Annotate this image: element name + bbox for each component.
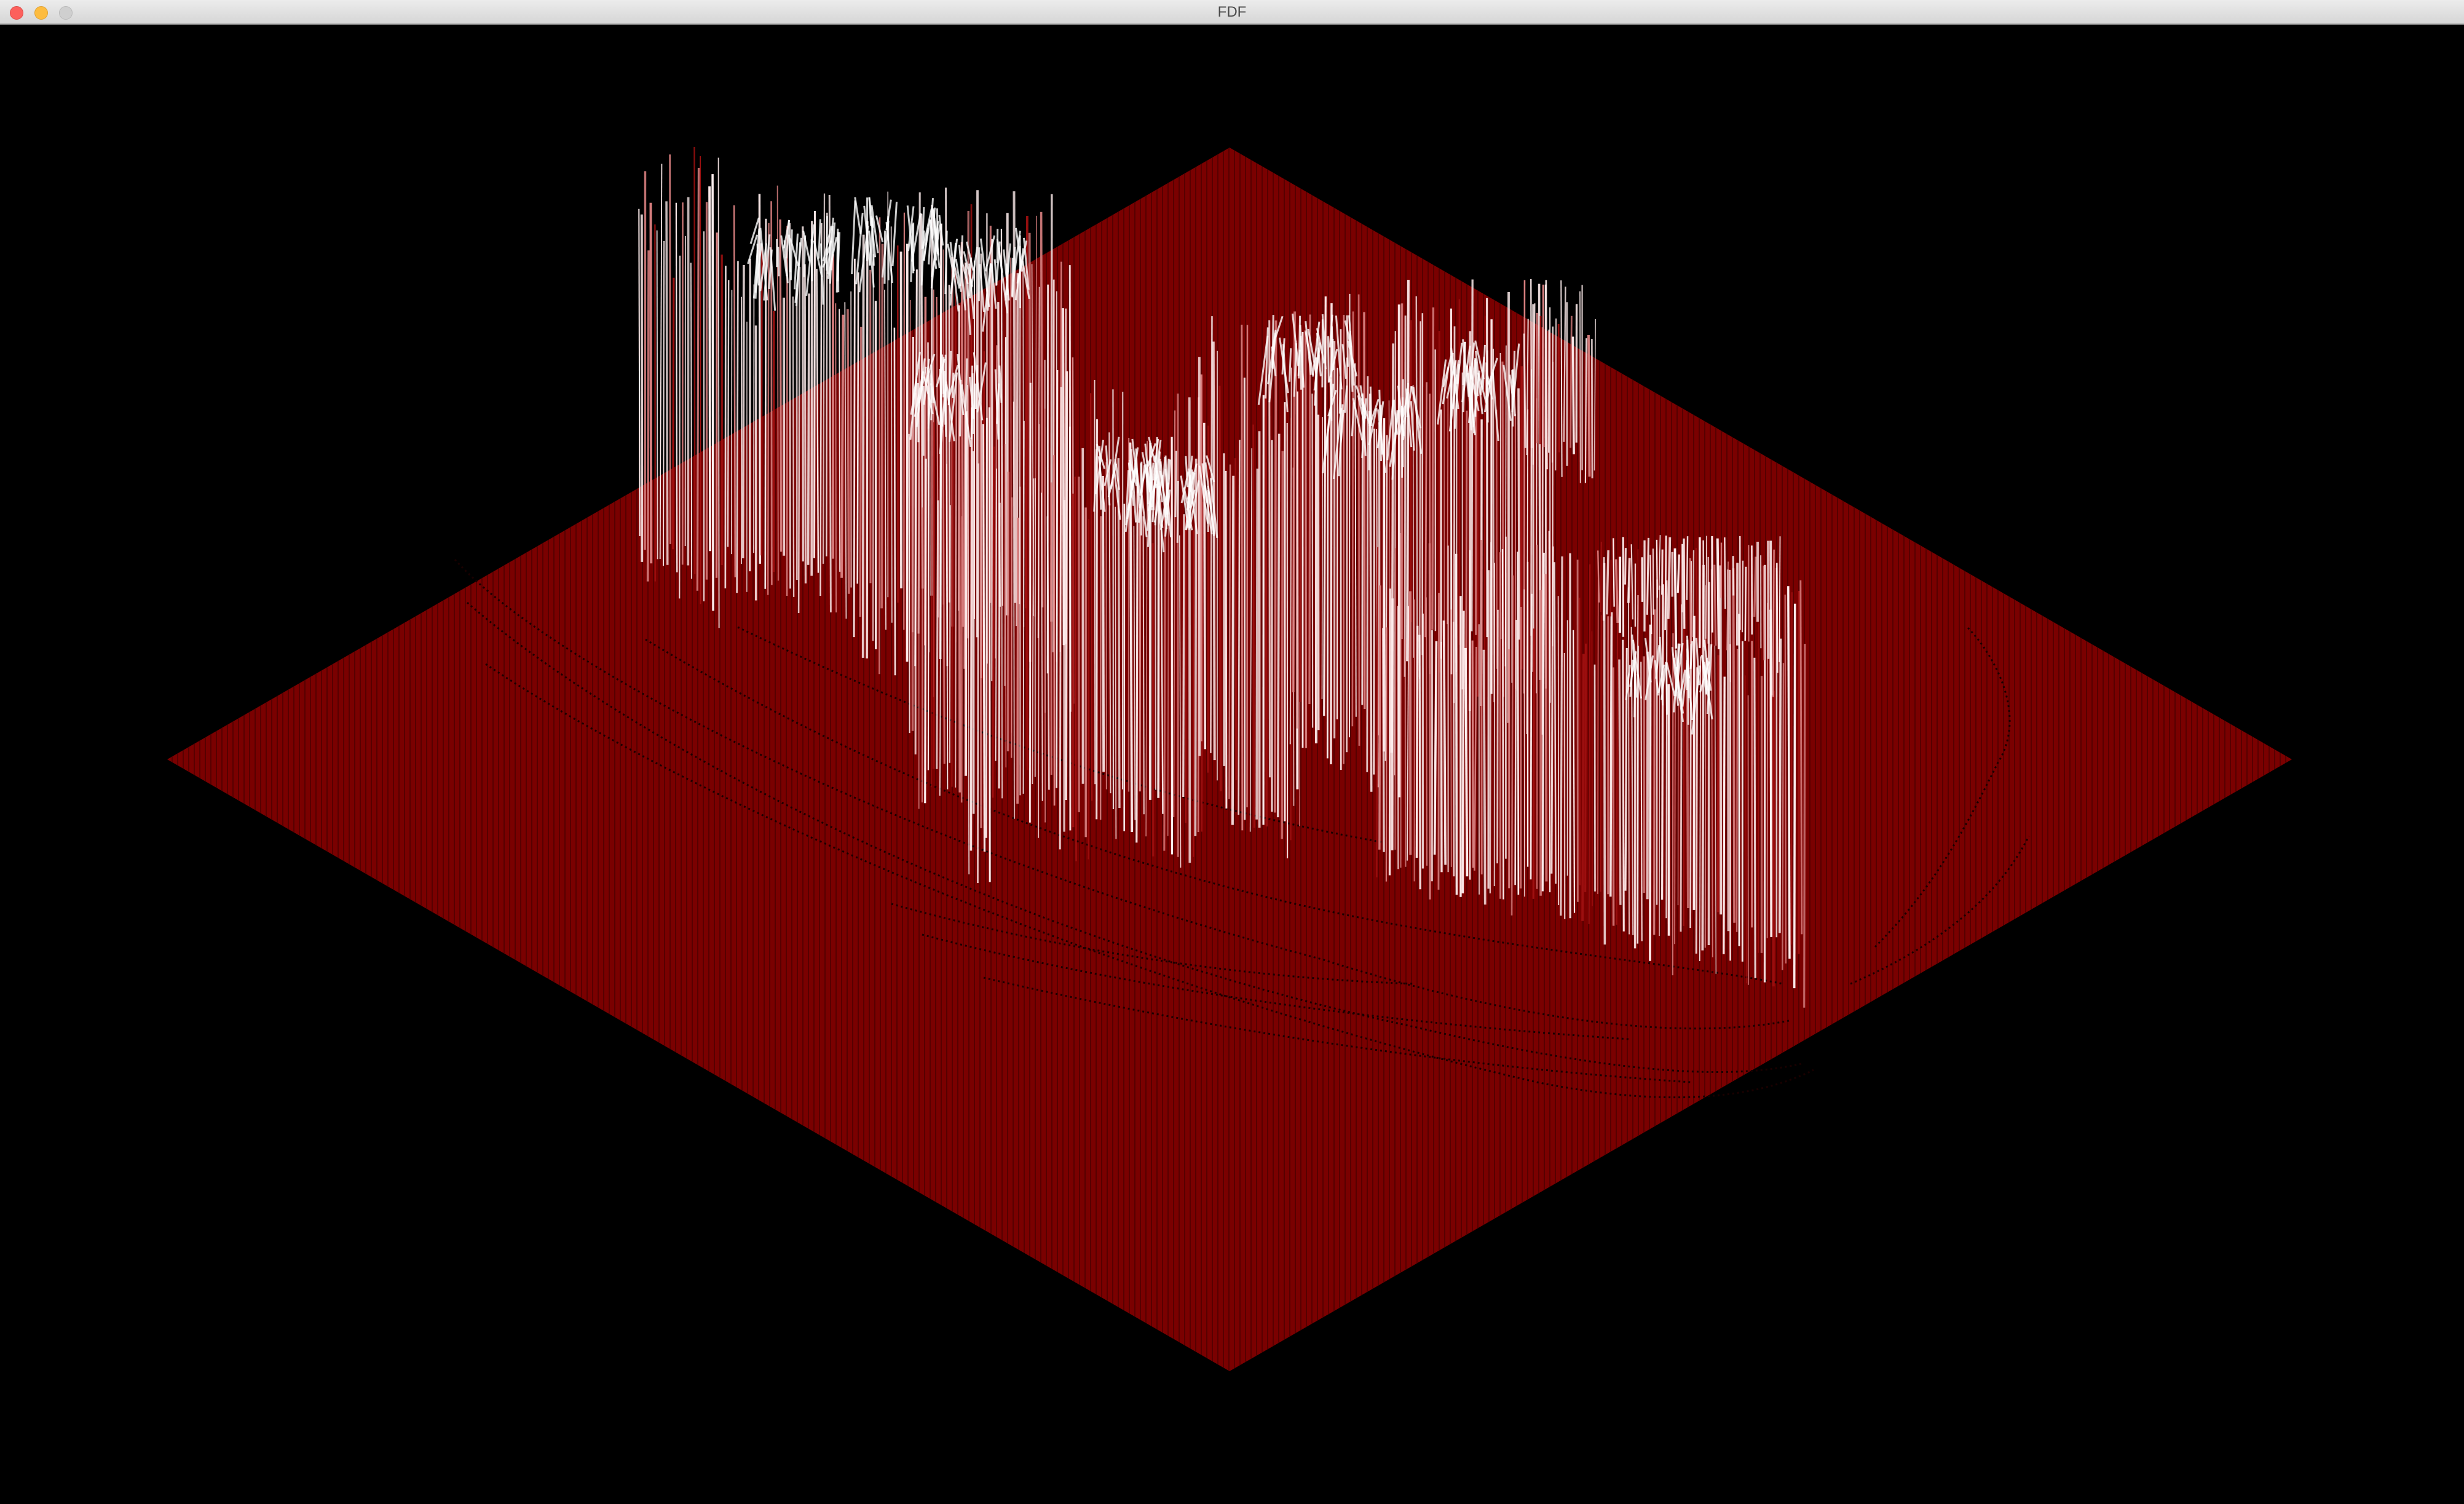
title-bar[interactable]: FDF bbox=[0, 0, 2464, 25]
window-title: FDF bbox=[1217, 4, 1247, 20]
render-canvas[interactable] bbox=[0, 25, 2464, 1504]
fdf-window: FDF bbox=[0, 0, 2464, 1504]
wireframe-render bbox=[167, 146, 2292, 1371]
